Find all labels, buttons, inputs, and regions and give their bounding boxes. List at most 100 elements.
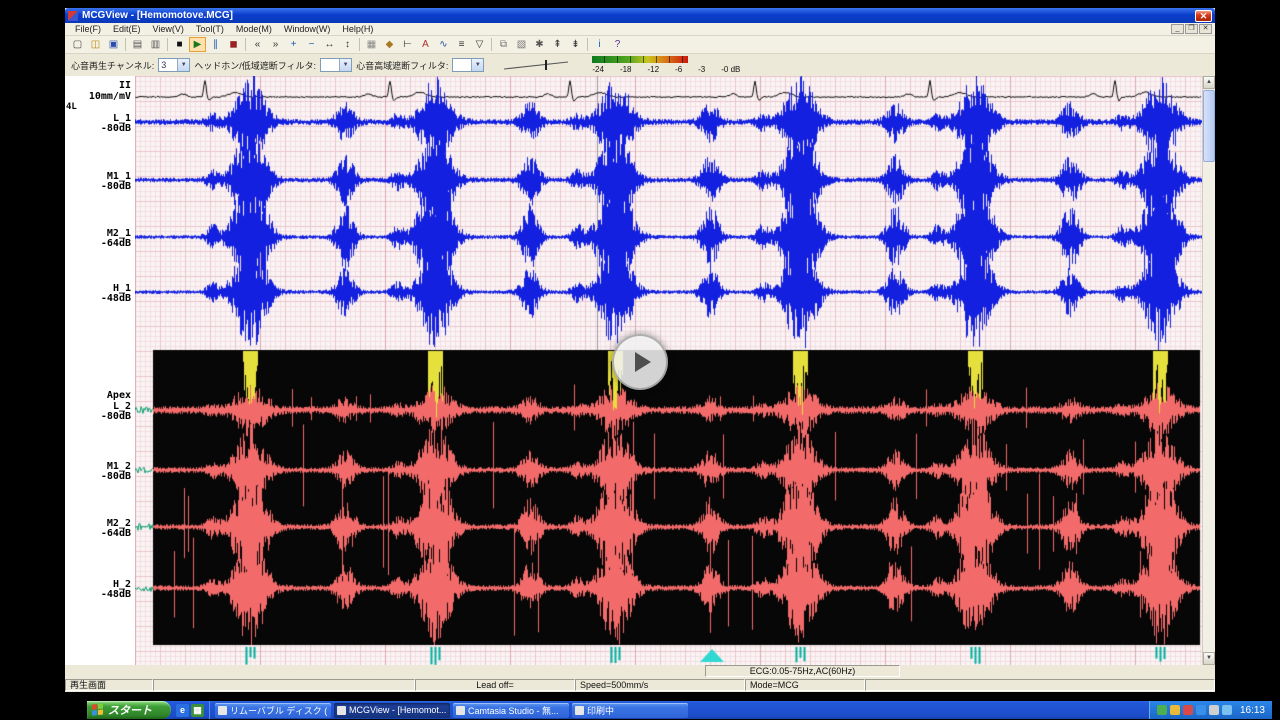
db-scale-label: -0 dB xyxy=(721,65,740,74)
start-label: スタート xyxy=(108,702,152,718)
db-scale-label: -18 xyxy=(620,65,632,74)
play-icon[interactable]: ▶ xyxy=(189,37,206,52)
video-play-overlay[interactable] xyxy=(612,334,668,390)
save-icon[interactable]: ▣ xyxy=(105,37,122,52)
playback-channel-value: 3 xyxy=(159,60,177,70)
record-icon[interactable]: ■ xyxy=(171,37,188,52)
channel-gain-label: -80dB xyxy=(101,471,131,482)
windows-taskbar: スタート e▦ リムーバブル ディスク (F:)MCGView - [Hemom… xyxy=(87,701,1272,719)
title-bar[interactable]: MCGView - [Hemomotove.MCG] ✕ xyxy=(65,8,1215,23)
filter-icon[interactable]: ▽ xyxy=(471,37,488,52)
ecg-scale-label: 10mm/mV xyxy=(89,91,131,102)
copy-icon[interactable]: ⧉ xyxy=(495,37,512,52)
ecg-filter-readout: ECG:0.05-75Hz,AC(60Hz) xyxy=(705,665,900,677)
marker-icon[interactable]: ◆ xyxy=(381,37,398,52)
status-lead-off: Lead off= xyxy=(415,679,575,691)
highcut-filter-select[interactable]: ▼ xyxy=(452,58,484,72)
status-speed: Speed=500mm/s xyxy=(575,679,745,691)
menu-view[interactable]: View(V) xyxy=(147,24,190,34)
channel-gain-label: -64dB xyxy=(101,528,131,539)
tray-icon-5[interactable] xyxy=(1222,705,1232,715)
chevron-down-icon: ▼ xyxy=(471,59,483,71)
annotate-icon[interactable]: A xyxy=(417,37,434,52)
tray-icon-2[interactable] xyxy=(1183,705,1193,715)
status-mode: Mode=MCG xyxy=(745,679,865,691)
ecg-position-label: 4L xyxy=(66,102,77,112)
scale-down-icon[interactable]: ⇟ xyxy=(567,37,584,52)
print-icon[interactable]: ▤ xyxy=(129,37,146,52)
settings-icon[interactable]: ✱ xyxy=(531,37,548,52)
task-label: 印刷中 xyxy=(587,704,614,717)
info-icon[interactable]: i xyxy=(591,37,608,52)
menu-file[interactable]: File(F) xyxy=(69,24,107,34)
waveform-plot[interactable] xyxy=(135,76,1202,665)
taskbar-task[interactable]: 印刷中 xyxy=(572,703,688,718)
v-scale-icon[interactable]: ↕ xyxy=(339,37,356,52)
level-meter-gradient xyxy=(592,56,688,63)
new-file-icon[interactable]: ▢ xyxy=(69,37,86,52)
tray-icon-4[interactable] xyxy=(1209,705,1219,715)
tray-icon-1[interactable] xyxy=(1170,705,1180,715)
grid-icon[interactable]: ▦ xyxy=(363,37,380,52)
help-icon[interactable]: ? xyxy=(609,37,626,52)
restore-icon[interactable]: ❐ xyxy=(1185,24,1198,34)
scale-up-icon[interactable]: ⇞ xyxy=(549,37,566,52)
channels-icon[interactable]: ≡ xyxy=(453,37,470,52)
play-icon xyxy=(635,352,651,372)
menu-mode[interactable]: Mode(M) xyxy=(230,24,278,34)
quick-launch: e▦ xyxy=(171,701,210,719)
measure-icon[interactable]: ⊢ xyxy=(399,37,416,52)
task-icon xyxy=(575,706,584,715)
task-label: Camtasia Studio - 無... xyxy=(468,704,559,717)
waveform-icon[interactable]: ∿ xyxy=(435,37,452,52)
status-spacer-1 xyxy=(153,679,415,691)
menu-window[interactable]: Window(W) xyxy=(278,24,337,34)
tray-icon-3[interactable] xyxy=(1196,705,1206,715)
menu-edit[interactable]: Edit(E) xyxy=(107,24,147,34)
start-button[interactable]: スタート xyxy=(87,701,171,719)
ie-quick-launch-icon[interactable]: e xyxy=(176,704,189,717)
scroll-up-icon[interactable]: ▲ xyxy=(1203,76,1215,89)
scroll-down-icon[interactable]: ▼ xyxy=(1203,652,1215,665)
close-button[interactable]: ✕ xyxy=(1195,10,1212,22)
print-preview-icon[interactable]: ▥ xyxy=(147,37,164,52)
status-bar: 再生画面 Lead off= Speed=500mm/s Mode=MCG xyxy=(65,678,1215,692)
window-title: MCGView - [Hemomotove.MCG] xyxy=(82,10,1195,21)
zoom-out-icon[interactable]: − xyxy=(303,37,320,52)
fast-forward-icon[interactable]: » xyxy=(267,37,284,52)
close-icon[interactable]: ✕ xyxy=(1199,24,1212,34)
channel-gain-label: -48dB xyxy=(101,589,131,600)
taskbar-task[interactable]: MCGView - [Hemomot... xyxy=(334,703,450,718)
lowcut-filter-select[interactable]: ▼ xyxy=(320,58,352,72)
toolbar-separator xyxy=(245,38,246,51)
toolbar: ▢◫▣ ▤▥ ■▶∥◼ «»+−↔↕ ▦◆⊢A∿≡▽ ⧉▧✱⇞⇟ i? xyxy=(65,36,1215,54)
mdi-window-controls: _ ❐ ✕ xyxy=(1171,24,1215,34)
h-scale-icon[interactable]: ↔ xyxy=(321,37,338,52)
open-file-icon[interactable]: ◫ xyxy=(87,37,104,52)
pause-icon[interactable]: ∥ xyxy=(207,37,224,52)
zoom-in-icon[interactable]: + xyxy=(285,37,302,52)
report-icon[interactable]: ▧ xyxy=(513,37,530,52)
clock[interactable]: 16:13 xyxy=(1240,705,1265,716)
task-icon xyxy=(218,706,227,715)
gain-slider[interactable] xyxy=(502,58,572,72)
stop-icon[interactable]: ◼ xyxy=(225,37,242,52)
task-icon xyxy=(337,706,346,715)
tray-icon-0[interactable] xyxy=(1157,705,1167,715)
minimize-icon[interactable]: _ xyxy=(1171,24,1184,34)
taskbar-task[interactable]: Camtasia Studio - 無... xyxy=(453,703,569,718)
menu-help[interactable]: Help(H) xyxy=(336,24,379,34)
tray-icons xyxy=(1157,705,1232,715)
playback-channel-select[interactable]: 3 ▼ xyxy=(158,58,190,72)
status-spacer-2 xyxy=(865,679,1215,691)
apex-label: Apex xyxy=(107,390,131,401)
scrollbar-thumb[interactable] xyxy=(1203,90,1215,162)
windows-logo-icon xyxy=(92,703,104,716)
show-desktop-icon[interactable]: ▦ xyxy=(191,704,204,717)
menu-tool[interactable]: Tool(T) xyxy=(190,24,230,34)
vertical-scrollbar[interactable]: ▲ ▼ xyxy=(1202,76,1215,665)
play-button[interactable] xyxy=(612,334,668,390)
taskbar-task[interactable]: リムーバブル ディスク (F:) xyxy=(215,703,331,718)
ecg-lead-label: II xyxy=(119,80,131,91)
rewind-icon[interactable]: « xyxy=(249,37,266,52)
